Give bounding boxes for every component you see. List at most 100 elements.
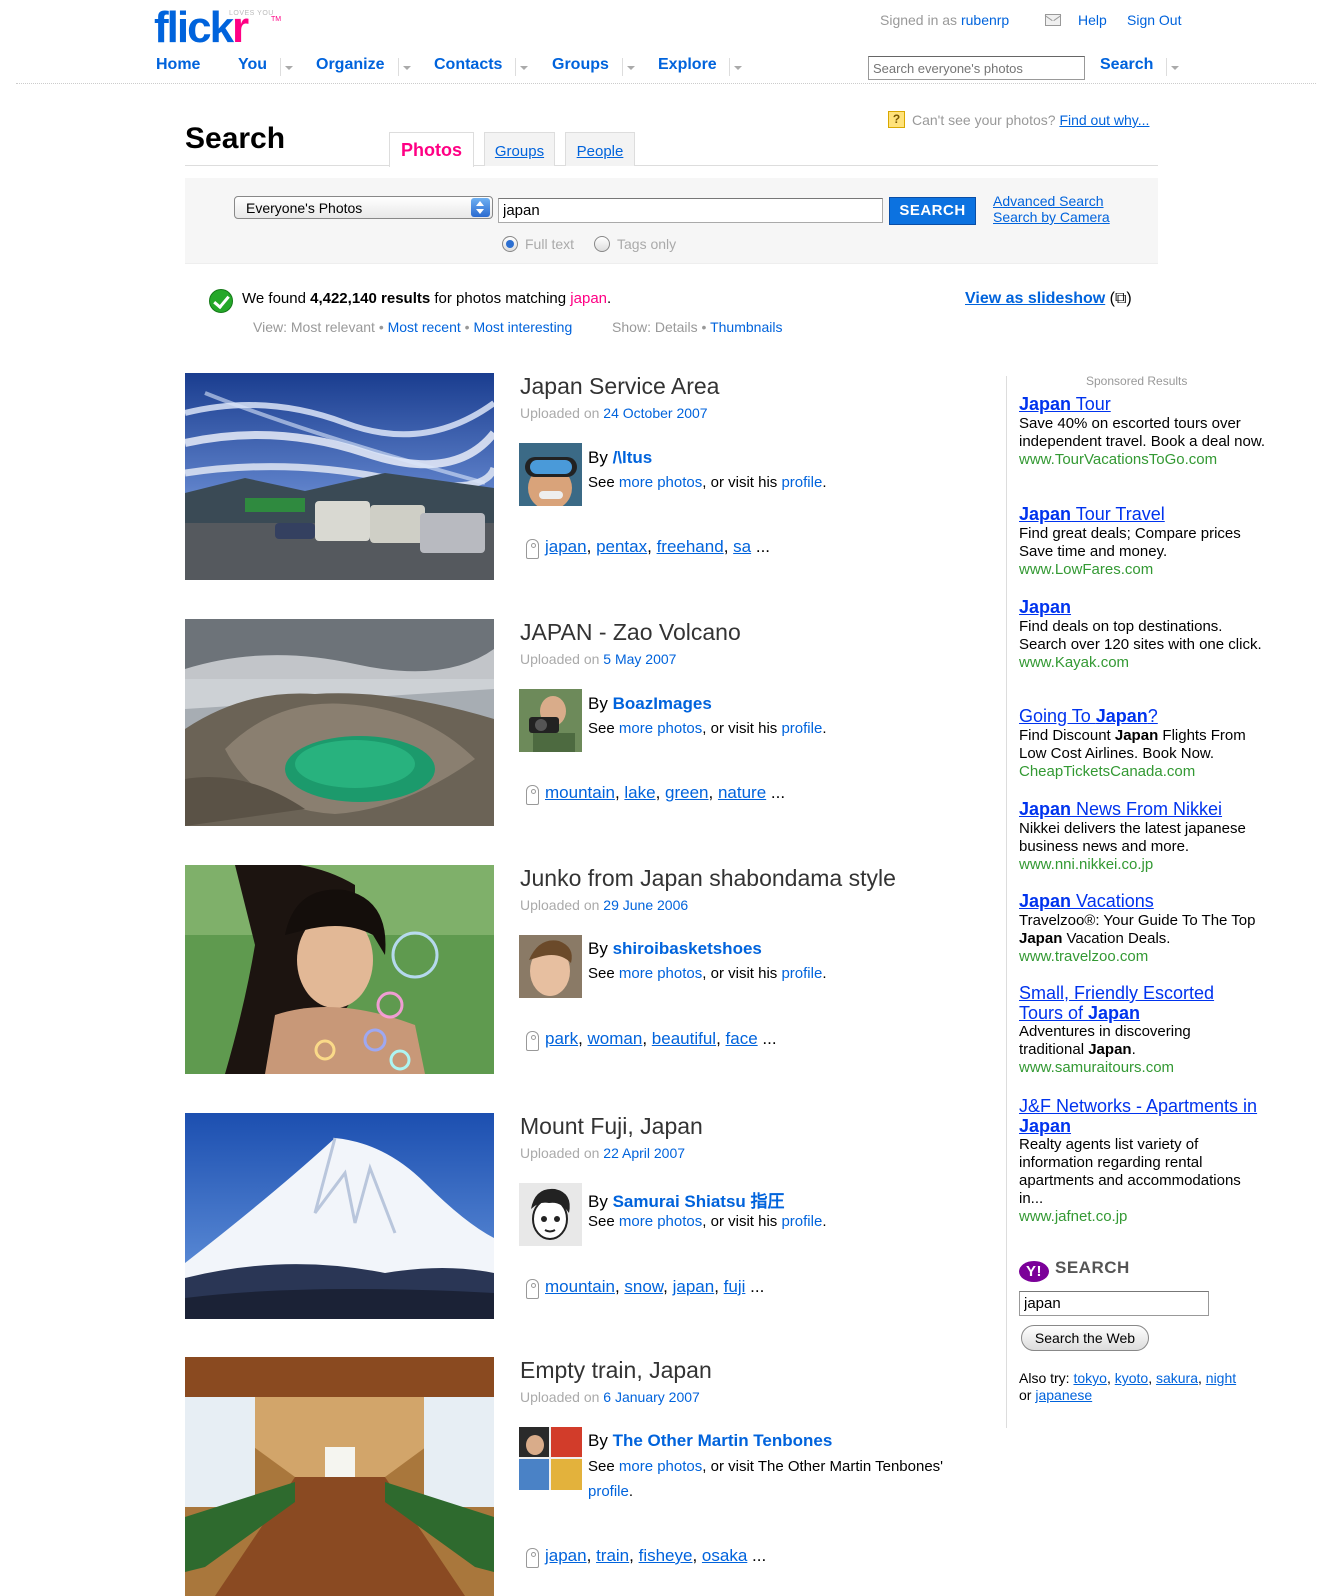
ad-title-link[interactable]: Japan Vacations bbox=[1019, 891, 1154, 911]
author-link[interactable]: shiroibasketshoes bbox=[613, 939, 762, 958]
web-search-input[interactable] bbox=[1019, 1291, 1209, 1316]
nav-you[interactable]: You bbox=[238, 56, 267, 74]
nav-you-dropdown-icon[interactable] bbox=[280, 58, 294, 76]
tag-link[interactable]: park bbox=[545, 1029, 578, 1048]
nav-groups-dropdown-icon[interactable] bbox=[622, 58, 636, 76]
also-try-link[interactable]: sakura bbox=[1156, 1370, 1198, 1386]
nav-organize[interactable]: Organize bbox=[316, 56, 384, 74]
tag-link[interactable]: mountain bbox=[545, 1277, 615, 1296]
ad-title-link[interactable]: Japan Tour Travel bbox=[1019, 504, 1165, 524]
profile-link[interactable]: profile bbox=[781, 1213, 822, 1230]
more-photos-link[interactable]: more photos bbox=[619, 1458, 702, 1475]
result-title-3[interactable]: Junko from Japan shabondama style bbox=[520, 865, 896, 892]
profile-link[interactable]: profile bbox=[781, 474, 822, 491]
avatar-3[interactable] bbox=[519, 935, 582, 998]
search-by-camera-link[interactable]: Search by Camera bbox=[993, 209, 1110, 225]
radio-full-text[interactable] bbox=[502, 236, 518, 252]
more-photos-link[interactable]: more photos bbox=[619, 720, 702, 737]
tag-link[interactable]: pentax bbox=[596, 537, 647, 556]
view-as-slideshow-link[interactable]: View as slideshow bbox=[965, 290, 1105, 307]
tag-link[interactable]: nature bbox=[718, 783, 766, 802]
tab-people-link[interactable]: People bbox=[577, 143, 624, 160]
profile-link[interactable]: profile bbox=[781, 965, 822, 982]
nav-explore[interactable]: Explore bbox=[658, 56, 717, 74]
avatar-1[interactable] bbox=[519, 443, 582, 506]
header-search-dropdown-icon[interactable] bbox=[1166, 58, 1180, 76]
ad-url[interactable]: www.Kayak.com bbox=[1019, 654, 1269, 672]
ad-title-link[interactable]: Going To Japan? bbox=[1019, 706, 1158, 726]
ad-title-link[interactable]: J&F Networks - Apartments in Japan bbox=[1019, 1096, 1257, 1136]
avatar-2[interactable] bbox=[519, 689, 582, 752]
tag-link[interactable]: beautiful bbox=[652, 1029, 716, 1048]
find-out-why-link[interactable]: Find out why... bbox=[1059, 112, 1149, 128]
result-photo-1[interactable] bbox=[185, 373, 494, 580]
tab-photos[interactable]: Photos bbox=[389, 132, 474, 167]
nav-contacts[interactable]: Contacts bbox=[434, 56, 502, 74]
more-photos-link[interactable]: more photos bbox=[619, 474, 702, 491]
more-photos-link[interactable]: more photos bbox=[619, 965, 702, 982]
ad-title-link[interactable]: Japan bbox=[1019, 597, 1071, 617]
show-thumbnails-link[interactable]: Thumbnails bbox=[710, 319, 782, 335]
tag-link[interactable]: freehand bbox=[657, 537, 724, 556]
ad-url[interactable]: CheapTicketsCanada.com bbox=[1019, 763, 1269, 781]
result-title-2[interactable]: JAPAN - Zao Volcano bbox=[520, 619, 741, 646]
result-title-1[interactable]: Japan Service Area bbox=[520, 373, 719, 400]
tag-link[interactable]: mountain bbox=[545, 783, 615, 802]
tag-link[interactable]: fisheye bbox=[639, 1546, 693, 1565]
tag-link[interactable]: woman bbox=[588, 1029, 643, 1048]
tag-link[interactable]: lake bbox=[624, 783, 655, 802]
ad-url[interactable]: www.nni.nikkei.co.jp bbox=[1019, 856, 1269, 874]
result-photo-4[interactable] bbox=[185, 1113, 494, 1319]
username-link[interactable]: rubenrp bbox=[961, 12, 1009, 28]
search-query-input[interactable] bbox=[498, 198, 883, 223]
profile-link[interactable]: profile bbox=[588, 1483, 629, 1500]
slideshow-icon[interactable]: (⧉) bbox=[1110, 290, 1132, 307]
author-link[interactable]: The Other Martin Tenbones bbox=[613, 1431, 833, 1450]
avatar-4[interactable] bbox=[519, 1183, 582, 1246]
view-most-interesting-link[interactable]: Most interesting bbox=[473, 319, 572, 335]
nav-organize-dropdown-icon[interactable] bbox=[398, 58, 412, 76]
help-link[interactable]: Help bbox=[1078, 12, 1107, 28]
tag-link[interactable]: sa bbox=[733, 537, 751, 556]
search-the-web-button[interactable]: Search the Web bbox=[1021, 1325, 1149, 1351]
also-try-link[interactable]: kyoto bbox=[1115, 1370, 1148, 1386]
more-photos-link[interactable]: more photos bbox=[619, 1213, 702, 1230]
also-try-link[interactable]: tokyo bbox=[1073, 1370, 1106, 1386]
nav-explore-dropdown-icon[interactable] bbox=[729, 58, 743, 76]
tab-groups[interactable]: Groups bbox=[484, 132, 555, 166]
also-try-link[interactable]: japanese bbox=[1035, 1387, 1092, 1403]
mail-icon[interactable] bbox=[1045, 14, 1061, 26]
nav-home[interactable]: Home bbox=[156, 56, 200, 74]
ad-title-link[interactable]: Japan Tour bbox=[1019, 394, 1111, 414]
search-scope-select[interactable]: Everyone's Photos bbox=[234, 196, 493, 219]
tag-link[interactable]: osaka bbox=[702, 1546, 747, 1565]
result-photo-5[interactable] bbox=[185, 1357, 494, 1596]
tag-link[interactable]: japan bbox=[673, 1277, 715, 1296]
author-link[interactable]: /\ltus bbox=[613, 448, 653, 467]
ad-url[interactable]: www.samuraitours.com bbox=[1019, 1059, 1234, 1077]
search-button[interactable]: SEARCH bbox=[889, 197, 976, 225]
result-title-5[interactable]: Empty train, Japan bbox=[520, 1357, 712, 1384]
nav-groups[interactable]: Groups bbox=[552, 56, 609, 74]
tag-link[interactable]: fuji bbox=[724, 1277, 746, 1296]
nav-contacts-dropdown-icon[interactable] bbox=[515, 58, 529, 76]
tag-link[interactable]: green bbox=[665, 783, 708, 802]
tag-link[interactable]: japan bbox=[545, 1546, 587, 1565]
result-title-4[interactable]: Mount Fuji, Japan bbox=[520, 1113, 703, 1140]
ad-url[interactable]: www.jafnet.co.jp bbox=[1019, 1208, 1269, 1226]
ad-url[interactable]: www.LowFares.com bbox=[1019, 561, 1269, 579]
view-most-recent-link[interactable]: Most recent bbox=[388, 319, 461, 335]
tab-groups-link[interactable]: Groups bbox=[495, 143, 544, 160]
ad-title-link[interactable]: Japan News From Nikkei bbox=[1019, 799, 1222, 819]
result-photo-2[interactable] bbox=[185, 619, 494, 826]
tag-link[interactable]: face bbox=[726, 1029, 758, 1048]
tag-link[interactable]: snow bbox=[624, 1277, 663, 1296]
also-try-link[interactable]: night bbox=[1206, 1370, 1236, 1386]
advanced-search-link[interactable]: Advanced Search bbox=[993, 193, 1104, 209]
profile-link[interactable]: profile bbox=[781, 720, 822, 737]
header-search-input[interactable] bbox=[868, 56, 1085, 80]
tag-link[interactable]: japan bbox=[545, 537, 587, 556]
header-search-button[interactable]: Search bbox=[1100, 56, 1153, 74]
sign-out-link[interactable]: Sign Out bbox=[1127, 12, 1181, 28]
avatar-5[interactable] bbox=[519, 1427, 582, 1490]
